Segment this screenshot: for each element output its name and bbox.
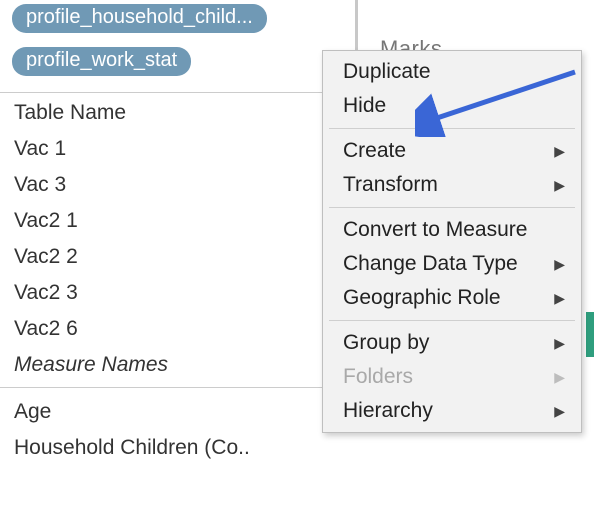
- menu-label: Create: [343, 139, 406, 163]
- chevron-right-icon: ▶: [554, 177, 565, 194]
- chevron-right-icon: ▶: [554, 403, 565, 420]
- menu-hide[interactable]: Hide: [323, 89, 581, 123]
- field-pill-household-children[interactable]: profile_household_child...: [12, 4, 267, 33]
- menu-group-by[interactable]: Group by ▶: [323, 326, 581, 360]
- pill-label: profile_household_child...: [26, 6, 253, 28]
- field-vac2-3[interactable]: Vac2 3: [0, 275, 355, 311]
- chevron-right-icon: ▶: [554, 256, 565, 273]
- menu-label: Convert to Measure: [343, 218, 527, 242]
- field-vac2-2[interactable]: Vac2 2: [0, 239, 355, 275]
- right-accent-strip: [586, 312, 594, 357]
- chevron-right-icon: ▶: [554, 143, 565, 160]
- field-household-children[interactable]: Household Children (Co..: [0, 430, 355, 466]
- menu-geographic-role[interactable]: Geographic Role ▶: [323, 281, 581, 315]
- field-measure-names[interactable]: Measure Names: [0, 347, 355, 383]
- pill-label: profile_work_stat: [26, 49, 177, 71]
- menu-label: Transform: [343, 173, 438, 197]
- data-pane: profile_household_child... profile_work_…: [0, 0, 355, 510]
- field-vac2-6[interactable]: Vac2 6: [0, 311, 355, 347]
- menu-label: Duplicate: [343, 60, 431, 84]
- menu-label: Change Data Type: [343, 252, 518, 276]
- field-table-name[interactable]: Table Name: [0, 95, 355, 131]
- menu-convert-to-measure[interactable]: Convert to Measure: [323, 213, 581, 247]
- menu-label: Geographic Role: [343, 286, 501, 310]
- menu-label: Group by: [343, 331, 429, 355]
- field-list: Table Name Vac 1 Vac 3 Vac2 1 Vac2 2 Vac…: [0, 93, 355, 466]
- menu-create[interactable]: Create ▶: [323, 134, 581, 168]
- field-vac2-1[interactable]: Vac2 1: [0, 203, 355, 239]
- pill-area: profile_household_child... profile_work_…: [0, 0, 355, 88]
- menu-separator: [329, 128, 575, 129]
- menu-label: Hierarchy: [343, 399, 433, 423]
- menu-folders: Folders ▶: [323, 360, 581, 394]
- menu-label: Hide: [343, 94, 386, 118]
- chevron-right-icon: ▶: [554, 335, 565, 352]
- field-vac-3[interactable]: Vac 3: [0, 167, 355, 203]
- field-vac-1[interactable]: Vac 1: [0, 131, 355, 167]
- menu-transform[interactable]: Transform ▶: [323, 168, 581, 202]
- chevron-right-icon: ▶: [554, 290, 565, 307]
- menu-hierarchy[interactable]: Hierarchy ▶: [323, 394, 581, 428]
- chevron-right-icon: ▶: [554, 369, 565, 386]
- menu-separator: [329, 207, 575, 208]
- menu-separator: [329, 320, 575, 321]
- field-pill-work-stat[interactable]: profile_work_stat: [12, 47, 191, 76]
- field-age[interactable]: Age: [0, 387, 355, 430]
- menu-label: Folders: [343, 365, 413, 389]
- menu-change-data-type[interactable]: Change Data Type ▶: [323, 247, 581, 281]
- menu-duplicate[interactable]: Duplicate: [323, 55, 581, 89]
- field-context-menu: Duplicate Hide Create ▶ Transform ▶ Conv…: [322, 50, 582, 433]
